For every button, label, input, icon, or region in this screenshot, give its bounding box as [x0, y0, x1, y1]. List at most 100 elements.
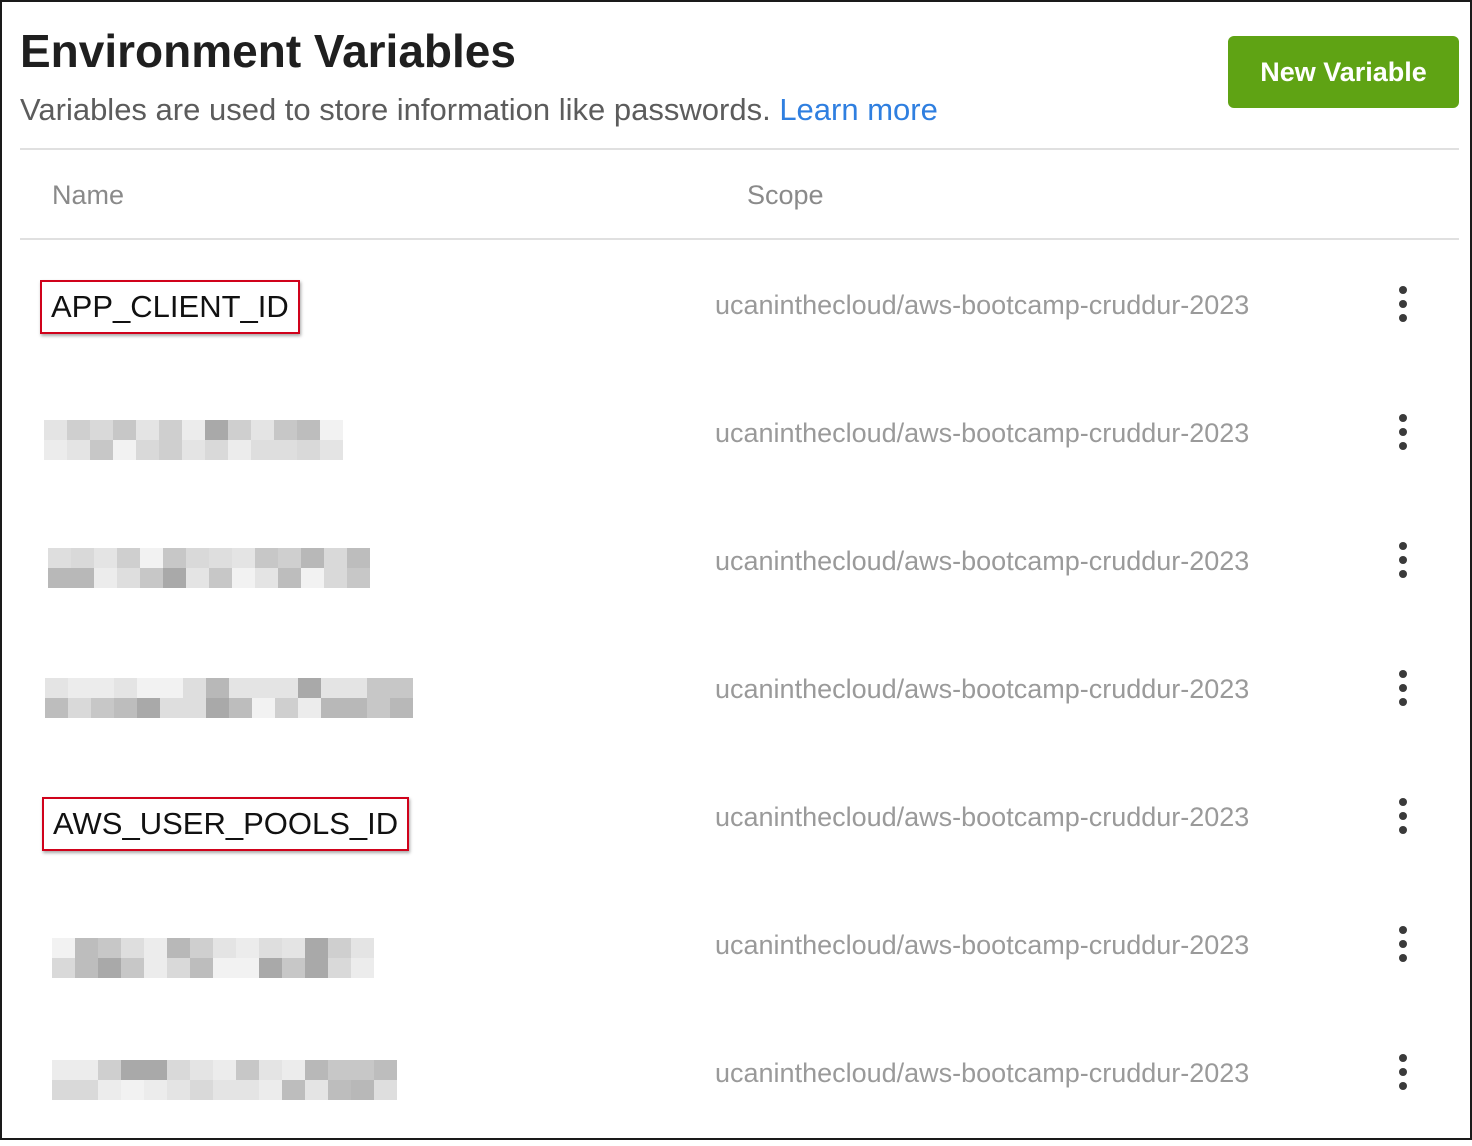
- redaction-pixel: [344, 678, 367, 698]
- redaction-pixel: [48, 568, 71, 588]
- redaction-pixel: [52, 938, 75, 958]
- redaction-pixel: [136, 420, 159, 440]
- redaction-pixel: [159, 440, 182, 460]
- redaction-pixel: [52, 958, 75, 978]
- redaction-pixel: [137, 698, 160, 718]
- redaction-pixel: [347, 548, 370, 568]
- subtitle-text: Variables are used to store information …: [20, 92, 771, 127]
- redaction-pixel: [113, 420, 136, 440]
- redaction-pixel: [98, 1060, 121, 1080]
- redaction-pixel: [305, 1080, 328, 1100]
- variable-scope: ucaninthecloud/aws-bootcamp-cruddur-2023: [715, 1058, 1250, 1088]
- redaction-pixel: [68, 678, 91, 698]
- redaction-pixel: [206, 698, 229, 718]
- more-vertical-icon[interactable]: [1390, 284, 1416, 324]
- redaction-pixel: [390, 678, 413, 698]
- redaction-pixel: [351, 958, 374, 978]
- more-vertical-icon[interactable]: [1390, 540, 1416, 580]
- variable-name[interactable]: APP_CLIENT_ID: [40, 280, 300, 334]
- redaction-pixel: [121, 938, 144, 958]
- redaction-pixel: [236, 1080, 259, 1100]
- redacted-variable-name[interactable]: [48, 548, 382, 588]
- column-header-name: Name: [52, 180, 125, 210]
- redaction-pixel: [209, 548, 232, 568]
- new-variable-button[interactable]: New Variable: [1228, 36, 1459, 108]
- redaction-pixel: [328, 938, 351, 958]
- redaction-pixel: [344, 698, 367, 718]
- redaction-pixel: [236, 958, 259, 978]
- table-row: ucaninthecloud/aws-bootcamp-cruddur-2023: [20, 1018, 1459, 1146]
- more-vertical-icon[interactable]: [1390, 1052, 1416, 1092]
- redaction-pixel: [75, 938, 98, 958]
- redaction-pixel: [206, 678, 229, 698]
- variable-scope: ucaninthecloud/aws-bootcamp-cruddur-2023: [715, 290, 1250, 320]
- header-divider: [20, 148, 1459, 150]
- redaction-pixel: [182, 440, 205, 460]
- redaction-pixel: [44, 420, 67, 440]
- redaction-pixel: [160, 698, 183, 718]
- redaction-pixel: [321, 698, 344, 718]
- redaction-pixel: [374, 1080, 397, 1100]
- redaction-pixel: [190, 1080, 213, 1100]
- redaction-pixel: [213, 958, 236, 978]
- redaction-pixel: [167, 958, 190, 978]
- more-vertical-icon[interactable]: [1390, 924, 1416, 964]
- redaction-pixel: [140, 548, 163, 568]
- redaction-pixel: [252, 698, 275, 718]
- redaction-pixel: [45, 678, 68, 698]
- redaction-pixel: [259, 938, 282, 958]
- redaction-pixel: [351, 1060, 374, 1080]
- redaction-pixel: [259, 1060, 282, 1080]
- redaction-pixel: [228, 420, 251, 440]
- learn-more-link[interactable]: Learn more: [779, 92, 938, 127]
- redaction-pixel: [114, 698, 137, 718]
- redaction-pixel: [137, 678, 160, 698]
- redaction-pixel: [186, 568, 209, 588]
- redaction-pixel: [328, 1060, 351, 1080]
- redaction-pixel: [94, 548, 117, 568]
- variable-scope: ucaninthecloud/aws-bootcamp-cruddur-2023: [715, 930, 1250, 960]
- redacted-variable-name[interactable]: [45, 678, 425, 718]
- redaction-pixel: [144, 1080, 167, 1100]
- redaction-pixel: [229, 698, 252, 718]
- redaction-pixel: [117, 568, 140, 588]
- redaction-pixel: [278, 568, 301, 588]
- redaction-pixel: [98, 958, 121, 978]
- redaction-pixel: [298, 698, 321, 718]
- redaction-pixel: [274, 440, 297, 460]
- table-row: ucaninthecloud/aws-bootcamp-cruddur-2023: [20, 506, 1459, 634]
- redaction-pixel: [190, 938, 213, 958]
- variable-scope: ucaninthecloud/aws-bootcamp-cruddur-2023: [715, 418, 1250, 448]
- redaction-pixel: [117, 548, 140, 568]
- redaction-pixel: [136, 440, 159, 460]
- redaction-pixel: [298, 678, 321, 698]
- environment-variables-panel: Environment Variables Variables are used…: [0, 0, 1472, 1140]
- redaction-pixel: [213, 938, 236, 958]
- more-vertical-icon[interactable]: [1390, 668, 1416, 708]
- redaction-pixel: [90, 420, 113, 440]
- redaction-pixel: [305, 958, 328, 978]
- redaction-pixel: [159, 420, 182, 440]
- table-row: ucaninthecloud/aws-bootcamp-cruddur-2023: [20, 890, 1459, 1018]
- variable-name[interactable]: AWS_USER_POOLS_ID: [42, 797, 410, 851]
- redaction-pixel: [71, 548, 94, 568]
- more-vertical-icon[interactable]: [1390, 412, 1416, 452]
- redacted-variable-name[interactable]: [52, 938, 374, 978]
- redaction-pixel: [67, 420, 90, 440]
- redaction-pixel: [67, 440, 90, 460]
- redacted-variable-name[interactable]: [52, 1060, 416, 1100]
- redaction-pixel: [282, 958, 305, 978]
- redaction-pixel: [351, 1080, 374, 1100]
- redaction-pixel: [367, 698, 390, 718]
- more-vertical-icon[interactable]: [1390, 796, 1416, 836]
- table-row: ucaninthecloud/aws-bootcamp-cruddur-2023: [20, 378, 1459, 506]
- redaction-pixel: [236, 938, 259, 958]
- redaction-pixel: [183, 698, 206, 718]
- redaction-pixel: [347, 568, 370, 588]
- redaction-pixel: [275, 678, 298, 698]
- redaction-pixel: [328, 1080, 351, 1100]
- redaction-pixel: [144, 938, 167, 958]
- redaction-pixel: [351, 938, 374, 958]
- redaction-pixel: [228, 440, 251, 460]
- redacted-variable-name[interactable]: [44, 420, 352, 460]
